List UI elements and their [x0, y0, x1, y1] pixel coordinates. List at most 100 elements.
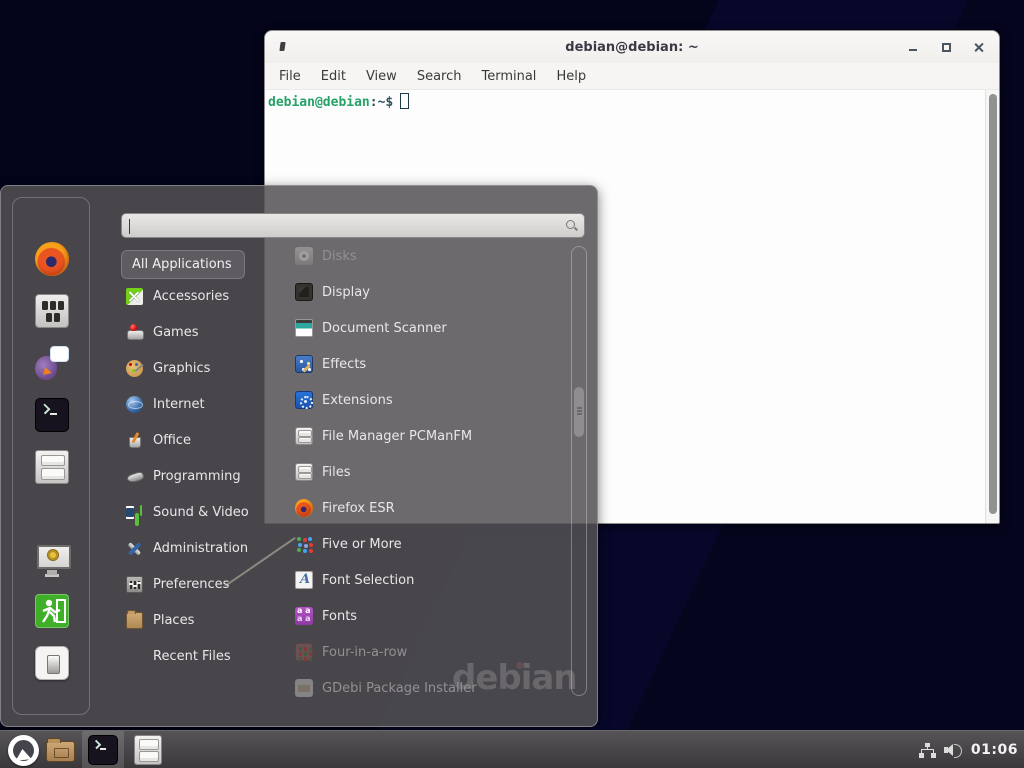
app-display[interactable]: Display — [281, 274, 573, 310]
app-fonts[interactable]: Fonts — [281, 598, 573, 634]
accessories-icon — [126, 288, 143, 305]
category-internet[interactable]: Internet — [121, 386, 273, 422]
network-icon[interactable] — [919, 743, 936, 758]
menu-logo-icon — [8, 735, 39, 766]
volume-cone — [946, 744, 953, 756]
folder-icon — [46, 741, 75, 762]
administration-icon — [126, 540, 143, 557]
search-input[interactable] — [128, 216, 558, 235]
close-icon — [974, 42, 984, 52]
file-cabinet-icon — [295, 427, 313, 445]
maximize-icon — [942, 43, 951, 52]
app-five-or-more[interactable]: Five or More — [281, 526, 573, 562]
terminal-titlebar[interactable]: debian@debian: ~ — [265, 31, 999, 63]
lock-screen-icon[interactable] — [35, 542, 69, 576]
disks-icon — [295, 247, 313, 265]
terminal-scrollbar-thumb[interactable] — [989, 94, 997, 514]
application-list: Disks Display Document Scanner Effects E… — [281, 238, 573, 706]
sound-video-icon — [126, 504, 143, 521]
category-preferences[interactable]: Preferences — [121, 566, 273, 602]
clock[interactable]: 01:06 — [971, 742, 1018, 758]
category-places[interactable]: Places — [121, 602, 273, 638]
menu-view[interactable]: View — [356, 69, 407, 84]
menu-edit[interactable]: Edit — [311, 69, 356, 84]
pidgin-icon[interactable] — [35, 346, 69, 380]
terminal-icon[interactable] — [35, 398, 69, 432]
system-tray: 01:06 — [919, 731, 1018, 768]
search-box[interactable] — [121, 213, 585, 238]
file-manager-icon[interactable] — [35, 450, 69, 484]
favorites-column — [12, 197, 90, 715]
category-office[interactable]: Office — [121, 422, 273, 458]
category-list: Accessories Games Graphics Internet Offi… — [121, 278, 273, 674]
games-icon — [126, 324, 143, 341]
logout-icon[interactable] — [35, 594, 69, 628]
menu-button[interactable] — [5, 731, 41, 768]
all-applications-label: All Applications — [132, 257, 232, 272]
font-selection-icon — [295, 571, 313, 589]
menu-help[interactable]: Help — [546, 69, 596, 84]
file-manager-launcher[interactable] — [41, 731, 79, 768]
close-button[interactable] — [971, 39, 987, 55]
display-icon — [295, 283, 313, 301]
app-file-manager-pcmanfm[interactable]: File Manager PCManFM — [281, 418, 573, 454]
places-icon — [126, 612, 143, 629]
shutdown-icon[interactable] — [35, 646, 69, 680]
category-accessories[interactable]: Accessories — [121, 278, 273, 314]
volume-icon[interactable] — [944, 742, 963, 758]
fonts-icon — [295, 607, 313, 625]
four-in-a-row-icon — [295, 643, 313, 661]
document-scanner-icon — [295, 319, 313, 337]
applications-scrollbar[interactable] — [571, 246, 587, 696]
search-icon — [566, 220, 575, 229]
firefox-icon[interactable] — [35, 242, 69, 276]
five-or-more-icon — [295, 535, 313, 553]
maximize-button[interactable] — [938, 39, 954, 55]
scrollbar-thumb[interactable] — [574, 387, 584, 437]
terminal-title: debian@debian: ~ — [265, 40, 999, 55]
firefox-icon — [295, 499, 313, 517]
taskbar: 01:06 — [0, 730, 1024, 768]
app-firefox-esr[interactable]: Firefox ESR — [281, 490, 573, 526]
pidgin-beak — [43, 367, 53, 377]
files-launcher[interactable] — [128, 731, 168, 768]
file-cabinet-icon — [134, 735, 162, 765]
monitor-stand — [47, 570, 57, 575]
app-document-scanner[interactable]: Document Scanner — [281, 310, 573, 346]
app-gdebi-package-installer[interactable]: GDebi Package Installer — [281, 670, 573, 706]
application-menu: All Applications Accessories Games Graph… — [0, 185, 598, 727]
app-font-selection[interactable]: Font Selection — [281, 562, 573, 598]
category-graphics[interactable]: Graphics — [121, 350, 273, 386]
app-disks[interactable]: Disks — [281, 238, 573, 274]
minimize-button[interactable] — [905, 39, 921, 55]
extensions-icon — [295, 391, 313, 409]
category-administration[interactable]: Administration — [121, 530, 273, 566]
prompt-path: :~$ — [370, 95, 393, 110]
effects-icon — [295, 355, 313, 373]
app-effects[interactable]: Effects — [281, 346, 573, 382]
category-sound-video[interactable]: Sound & Video — [121, 494, 273, 530]
menu-search[interactable]: Search — [407, 69, 472, 84]
terminal-scrollbar[interactable] — [985, 90, 999, 523]
office-icon — [126, 432, 143, 449]
running-man-glyph — [35, 594, 69, 628]
terminal-cursor — [400, 93, 409, 109]
app-extensions[interactable]: Extensions — [281, 382, 573, 418]
settings-mixer-icon[interactable] — [35, 294, 69, 328]
category-programming[interactable]: Programming — [121, 458, 273, 494]
file-cabinet-icon — [295, 463, 313, 481]
category-games[interactable]: Games — [121, 314, 273, 350]
minimize-icon — [909, 49, 917, 51]
all-applications-button[interactable]: All Applications — [121, 250, 245, 279]
graphics-icon — [126, 360, 143, 377]
desktop: debian debian@debian: ~ File Edit View S… — [0, 0, 1024, 768]
prompt-user-host: debian@debian — [268, 95, 370, 110]
menu-terminal[interactable]: Terminal — [471, 69, 546, 84]
app-four-in-a-row[interactable]: Four-in-a-row — [281, 634, 573, 670]
programming-icon — [126, 468, 143, 485]
app-files[interactable]: Files — [281, 454, 573, 490]
terminal-menubar: File Edit View Search Terminal Help — [265, 63, 999, 90]
category-recent-files[interactable]: Recent Files — [121, 638, 273, 674]
terminal-task-button[interactable] — [82, 731, 124, 768]
menu-file[interactable]: File — [269, 69, 311, 84]
